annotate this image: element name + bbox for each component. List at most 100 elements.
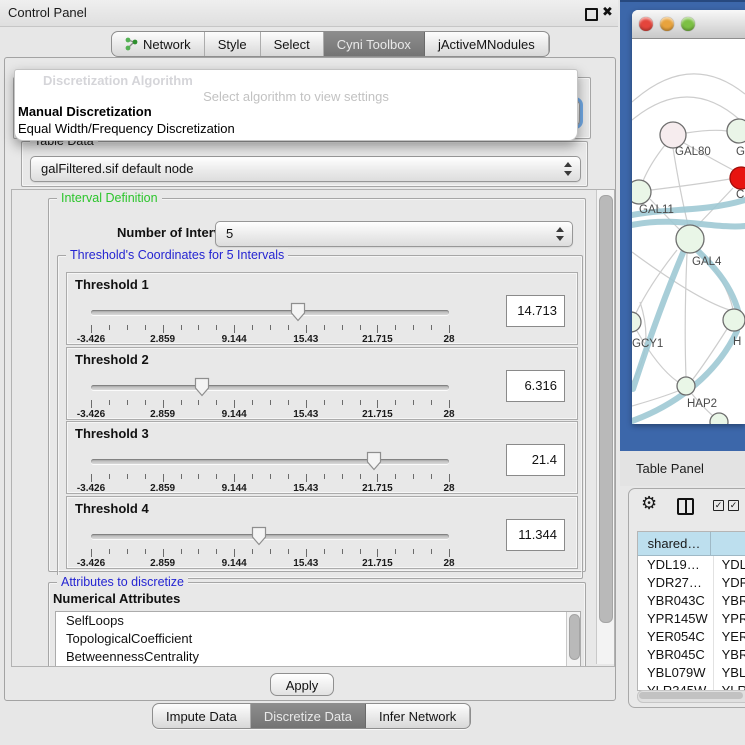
list-item[interactable]: BetweennessCentrality — [56, 648, 580, 666]
table-cell: YPR1 — [713, 610, 745, 628]
network-node[interactable] — [710, 413, 728, 424]
scrollbar-thumb[interactable] — [599, 195, 613, 623]
scrollbar-thumb[interactable] — [639, 692, 743, 699]
top-tab-bar: Network Style Select Cyni Toolbox jActiv… — [111, 31, 550, 57]
slider-track[interactable] — [91, 534, 449, 539]
threshold-label: Threshold 4 — [75, 501, 149, 516]
slider-thumb[interactable] — [366, 451, 382, 471]
slider-thumb[interactable] — [290, 302, 306, 322]
tick-mark — [270, 549, 271, 554]
slider-track[interactable] — [91, 310, 449, 315]
tick-mark — [181, 325, 182, 330]
network-canvas[interactable]: GAL80GACGAL11GAL4GCY1HHAP2 — [632, 39, 745, 424]
settings-scrollbar[interactable] — [596, 190, 614, 664]
table-row[interactable]: YPR145W YPR1 — [638, 610, 745, 628]
threshold-slider[interactable]: -3.4262.8599.14415.4321.71528 — [91, 376, 449, 418]
network-node[interactable] — [660, 122, 686, 148]
table-cell: YDR2 — [713, 574, 745, 592]
column-header[interactable]: shared… — [638, 532, 711, 556]
table-row[interactable]: YDL19… YDL1 — [638, 556, 745, 574]
tick-label: 28 — [443, 558, 454, 569]
close-traffic-light-icon[interactable] — [639, 17, 653, 31]
tick-mark — [431, 400, 432, 405]
network-node[interactable] — [632, 180, 651, 204]
float-window-icon[interactable] — [585, 8, 598, 21]
threshold-value-field[interactable]: 21.4 — [506, 444, 565, 476]
network-node[interactable] — [632, 312, 641, 332]
zoom-traffic-light-icon[interactable] — [681, 17, 695, 31]
list-item[interactable]: SelfLoops — [56, 612, 580, 630]
table-rows: YDL19… YDL1 YDR27… YDR2 YBR043C YBR0 YPR… — [638, 556, 745, 691]
table-row[interactable]: YBL079W YBL0 — [638, 664, 745, 682]
list-scrollbar[interactable] — [566, 612, 580, 666]
checkbox-icon[interactable]: ✓ — [728, 500, 739, 511]
combo-value: galFiltered.sif default node — [41, 161, 193, 176]
scrollbar-thumb[interactable] — [569, 614, 580, 660]
tick-mark — [91, 325, 92, 333]
threshold-slider[interactable]: -3.4262.8599.14415.4321.71528 — [91, 525, 449, 567]
network-node[interactable] — [727, 119, 745, 143]
table-row[interactable]: YBR045C YBR0 — [638, 646, 745, 664]
tab[interactable]: Cyni Toolbox — [324, 32, 425, 56]
slider-thumb[interactable] — [194, 377, 210, 397]
network-node[interactable] — [676, 225, 704, 253]
numerical-attributes-label: Numerical Attributes — [53, 591, 180, 606]
minimize-traffic-light-icon[interactable] — [660, 17, 674, 31]
table-data-combo[interactable]: galFiltered.sif default node — [30, 156, 581, 182]
table-row[interactable]: YDR27… YDR2 — [638, 574, 745, 592]
slider-track[interactable] — [91, 459, 449, 464]
tick-mark — [127, 400, 128, 405]
network-node[interactable] — [677, 377, 695, 395]
slider-track[interactable] — [91, 385, 449, 390]
slider-thumb[interactable] — [251, 526, 267, 546]
tab[interactable]: Infer Network — [366, 704, 470, 728]
tab[interactable]: Select — [261, 32, 324, 56]
tab[interactable]: jActiveMNodules — [425, 32, 549, 56]
settings-viewport: Interval Definition Number of Intervals … — [12, 190, 596, 666]
tick-mark — [252, 474, 253, 479]
tick-mark — [198, 400, 199, 405]
tick-label: 21.715 — [362, 558, 393, 569]
threshold-value-field[interactable]: 14.713 — [506, 295, 565, 327]
tick-mark — [234, 400, 235, 408]
dropdown-option[interactable]: Equal Width/Frequency Discretization — [18, 121, 235, 136]
tab[interactable]: Network — [112, 32, 205, 56]
table-cell: YER054C — [638, 628, 709, 646]
tick-mark — [395, 474, 396, 479]
tab[interactable]: Style — [205, 32, 261, 56]
network-node[interactable] — [723, 309, 745, 331]
threshold-value-field[interactable]: 11.344 — [506, 519, 565, 551]
threshold-panel: Threshold 3 -3.4262.8599.1441 — [66, 421, 578, 494]
apply-button[interactable]: Apply — [270, 673, 334, 696]
tick-mark — [431, 325, 432, 330]
columns-icon[interactable] — [677, 498, 694, 515]
table-row[interactable]: YER054C YER0 — [638, 628, 745, 646]
gear-icon[interactable]: ⚙ — [641, 493, 657, 514]
threshold-slider[interactable]: -3.4262.8599.14415.4321.71528 — [91, 450, 449, 492]
tick-mark — [413, 400, 414, 405]
tick-mark — [306, 325, 307, 333]
tick-label: 15.43 — [293, 334, 318, 345]
close-icon[interactable]: ✖ — [602, 4, 613, 20]
list-item[interactable]: TopologicalCoefficient — [56, 630, 580, 648]
network-node[interactable] — [730, 167, 745, 189]
table-horizontal-scrollbar[interactable] — [637, 690, 745, 703]
tab[interactable]: Impute Data — [153, 704, 251, 728]
numerical-attributes-list[interactable]: SelfLoopsTopologicalCoefficientBetweenne… — [55, 611, 581, 666]
thresholds-group: Threshold's Coordinates for 5 Intervals … — [57, 255, 583, 579]
column-header[interactable]: na — [711, 532, 745, 556]
table-cell: YBR0 — [713, 646, 745, 664]
threshold-label: Threshold 1 — [75, 277, 149, 292]
table-cell: YDL1 — [713, 556, 745, 574]
tick-mark — [163, 400, 164, 408]
checkbox-icon[interactable]: ✓ — [713, 500, 724, 511]
threshold-slider[interactable]: -3.4262.8599.14415.4321.71528 — [91, 301, 449, 343]
dropdown-option[interactable]: Manual Discretization — [18, 104, 152, 119]
tick-mark — [288, 325, 289, 330]
threshold-value-field[interactable]: 6.316 — [506, 370, 565, 402]
network-edge — [632, 97, 740, 120]
tab[interactable]: Discretize Data — [251, 704, 366, 728]
tick-mark — [234, 549, 235, 557]
table-row[interactable]: YBR043C YBR0 — [638, 592, 745, 610]
number-of-intervals-combo[interactable]: 5 — [215, 221, 573, 247]
